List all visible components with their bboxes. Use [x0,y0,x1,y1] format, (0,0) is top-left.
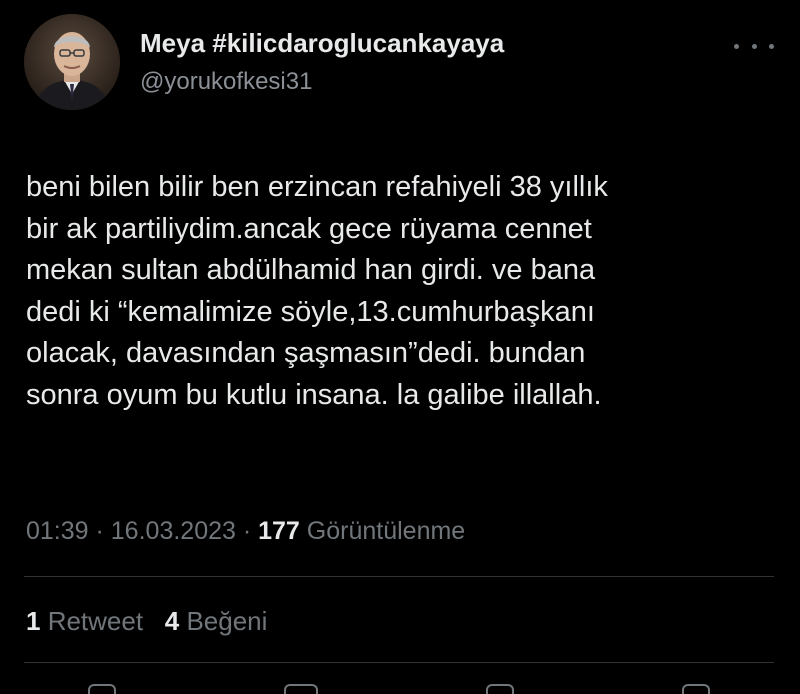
tweet-detail: Meya #kilicdaroglucankayaya @yorukofkesi… [0,0,800,694]
retweets-stat[interactable]: 1 Retweet [26,606,143,636]
views-label: Görüntülenme [299,517,466,545]
views-count: 177 [258,517,300,545]
tweet-meta: 01:39 · 16.03.2023 · 177 Görüntülenme [26,515,465,547]
more-dot [769,43,774,49]
tweet-stats: 1 Retweet 4 Beğeni [26,604,267,638]
retweet-icon[interactable] [284,684,318,694]
meta-separator: · [88,517,111,545]
meta-separator: · [235,517,259,545]
profile-photo [24,14,120,110]
retweets-label: Retweet [40,606,144,636]
tweet-text: beni bilen bilir ben erzincan refahiyeli… [26,171,608,411]
divider [24,662,774,663]
likes-stat[interactable]: 4 Beğeni [165,606,268,636]
avatar[interactable] [24,14,120,110]
author-display-name[interactable]: Meya #kilicdaroglucankayaya [140,26,504,60]
divider [24,576,774,577]
more-dot [734,43,739,49]
likes-count: 4 [164,606,180,636]
like-icon[interactable] [486,684,514,694]
more-dot [751,43,757,49]
retweets-count: 1 [26,606,41,636]
author-handle[interactable]: @yorukofkesi31 [140,66,504,98]
more-horizontal-icon[interactable] [734,38,774,54]
share-icon[interactable] [682,684,710,694]
tweet-author[interactable]: Meya #kilicdaroglucankayaya @yorukofkesi… [140,26,504,98]
likes-label: Beğeni [179,606,268,636]
tweet-date[interactable]: 16.03.2023 [111,517,236,545]
tweet-time[interactable]: 01:39 [26,517,89,545]
reply-icon[interactable] [88,684,116,694]
